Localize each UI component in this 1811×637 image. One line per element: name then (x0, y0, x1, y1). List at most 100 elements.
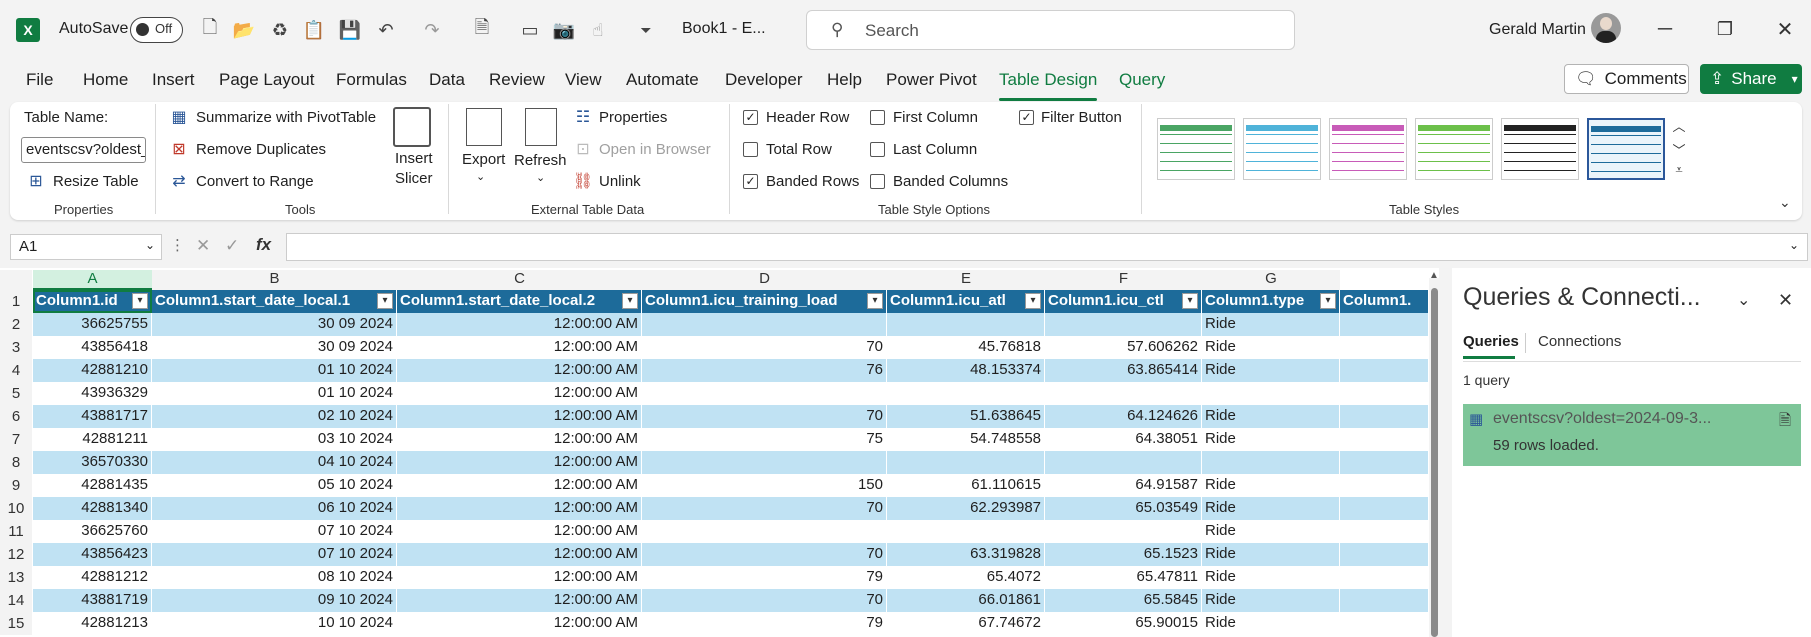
table-cell[interactable] (1340, 428, 1429, 451)
table-cell[interactable]: 36625760 (33, 520, 152, 543)
autosave-toggle[interactable]: Off (130, 17, 183, 43)
table-cell[interactable]: 150 (642, 474, 887, 497)
table-cell[interactable]: 64.91587 (1045, 474, 1202, 497)
filter-dropdown-icon[interactable]: ▾ (377, 293, 393, 309)
camera-icon[interactable]: 📷 (552, 18, 576, 42)
table-cell[interactable]: 06 10 2024 (152, 497, 397, 520)
table-cell[interactable]: 42881210 (33, 359, 152, 382)
table-name-input[interactable]: eventscsv?oldest_ (21, 137, 146, 163)
table-cell[interactable]: Ride (1202, 520, 1340, 543)
table-cell[interactable] (1340, 382, 1429, 405)
pane-close-icon[interactable]: ✕ (1778, 290, 1793, 311)
menu-power-pivot[interactable]: Power Pivot (886, 70, 977, 90)
row-header[interactable]: 2 (0, 313, 32, 336)
table-cell[interactable]: 10 10 2024 (152, 612, 397, 635)
remove-duplicates-button[interactable]: Remove Duplicates (196, 141, 326, 158)
open-in-browser-button[interactable]: Open in Browser (599, 141, 711, 158)
table-cell[interactable]: 63.865414 (1045, 359, 1202, 382)
table-cell[interactable]: 12:00:00 AM (397, 405, 642, 428)
filter-dropdown-icon[interactable]: ▾ (1320, 293, 1336, 309)
table-cell[interactable] (1340, 313, 1429, 336)
header-row-checkbox[interactable]: ✓ (743, 110, 758, 125)
table-cell[interactable] (642, 451, 887, 474)
filter-dropdown-icon[interactable]: ▾ (622, 293, 638, 309)
table-header-cell[interactable]: Column1.start_date_local.2 ▾ (397, 290, 642, 313)
table-cell[interactable]: 70 (642, 497, 887, 520)
menu-home[interactable]: Home (83, 70, 128, 90)
customize-qat-icon[interactable]: ⏷ (634, 18, 658, 42)
table-cell[interactable] (1340, 474, 1429, 497)
table-cell[interactable]: 51.638645 (887, 405, 1045, 428)
filter-button-checkbox[interactable]: ✓ (1019, 110, 1034, 125)
table-cell[interactable]: 02 10 2024 (152, 405, 397, 428)
formula-input[interactable]: ⌄ (286, 233, 1808, 261)
select-all-corner[interactable] (0, 270, 32, 290)
query-item[interactable]: ▦ eventscsv?oldest=2024-09-3... 59 rows … (1463, 404, 1801, 466)
table-header-cell[interactable]: Column1.icu_atl ▾ (887, 290, 1045, 313)
menu-insert[interactable]: Insert (152, 70, 195, 90)
table-cell[interactable]: 65.4072 (887, 566, 1045, 589)
window-icon[interactable]: ▭ (518, 18, 542, 42)
column-header[interactable]: A (33, 270, 152, 290)
table-cell[interactable]: 12:00:00 AM (397, 313, 642, 336)
table-cell[interactable]: 43856423 (33, 543, 152, 566)
table-cell[interactable] (1340, 336, 1429, 359)
table-cell[interactable]: 43881719 (33, 589, 152, 612)
row-header[interactable]: 15 (0, 612, 32, 635)
open-folder-icon[interactable]: 📂 (232, 18, 256, 42)
first-column-checkbox[interactable] (870, 110, 885, 125)
tab-connections[interactable]: Connections (1538, 333, 1621, 350)
menu-table-design[interactable]: Table Design (999, 70, 1098, 101)
table-cell[interactable]: 08 10 2024 (152, 566, 397, 589)
tab-queries[interactable]: Queries (1463, 333, 1519, 350)
table-cell[interactable]: 79 (642, 566, 887, 589)
row-header[interactable]: 4 (0, 359, 32, 382)
new-file-icon[interactable]: 🗋 (198, 17, 222, 42)
table-cell[interactable] (1045, 313, 1202, 336)
filter-dropdown-icon[interactable]: ▾ (132, 293, 148, 309)
row-header[interactable]: 14 (0, 589, 32, 612)
table-cell[interactable]: 43881717 (33, 405, 152, 428)
table-cell[interactable]: 65.90015 (1045, 612, 1202, 635)
table-cell[interactable] (887, 520, 1045, 543)
table-cell[interactable]: 65.1523 (1045, 543, 1202, 566)
search-box[interactable]: ⚲ Search (806, 10, 1295, 50)
table-cell[interactable]: 05 10 2024 (152, 474, 397, 497)
filter-dropdown-icon[interactable]: ▾ (1025, 293, 1041, 309)
table-cell[interactable]: 07 10 2024 (152, 520, 397, 543)
table-header-cell[interactable]: Column1.id ▾ (33, 290, 152, 313)
table-cell[interactable]: 48.153374 (887, 359, 1045, 382)
banded-rows-checkbox[interactable]: ✓ (743, 174, 758, 189)
table-header-cell[interactable]: Column1.start_date_local.1 ▾ (152, 290, 397, 313)
menu-formulas[interactable]: Formulas (336, 70, 407, 90)
column-header[interactable]: E (887, 270, 1045, 290)
clipboard-icon[interactable]: 📋 (302, 18, 326, 42)
table-cell[interactable]: 12:00:00 AM (397, 497, 642, 520)
table-cell[interactable] (642, 313, 887, 336)
table-cell[interactable]: 63.319828 (887, 543, 1045, 566)
table-cell[interactable]: 42881211 (33, 428, 152, 451)
table-cell[interactable] (1340, 589, 1429, 612)
table-cell[interactable]: 12:00:00 AM (397, 543, 642, 566)
table-cell[interactable]: 12:00:00 AM (397, 566, 642, 589)
table-cell[interactable]: 12:00:00 AM (397, 336, 642, 359)
table-style-thumb[interactable] (1415, 118, 1493, 180)
menu-developer[interactable]: Developer (725, 70, 803, 90)
close-icon[interactable]: ✕ (1770, 14, 1800, 44)
menu-help[interactable]: Help (827, 70, 862, 90)
table-style-thumb[interactable] (1501, 118, 1579, 180)
table-cell[interactable] (1340, 566, 1429, 589)
styles-scroll-down-icon[interactable]: ﹀ (1669, 140, 1689, 159)
menu-page-layout[interactable]: Page Layout (219, 70, 314, 90)
table-cell[interactable]: Ride (1202, 474, 1340, 497)
table-cell[interactable] (1202, 382, 1340, 405)
minimize-icon[interactable]: ─ (1650, 14, 1680, 44)
styles-more-icon[interactable]: ⩡ (1669, 162, 1689, 178)
table-cell[interactable]: 65.5845 (1045, 589, 1202, 612)
menu-query[interactable]: Query (1119, 70, 1165, 90)
name-box-dropdown-icon[interactable]: ⌄ (145, 238, 155, 252)
insert-function-icon[interactable]: fx (256, 235, 271, 255)
avatar[interactable] (1591, 13, 1621, 43)
properties-button[interactable]: Properties (599, 109, 667, 126)
refresh-doc-icon[interactable]: 🗎 (470, 17, 494, 42)
